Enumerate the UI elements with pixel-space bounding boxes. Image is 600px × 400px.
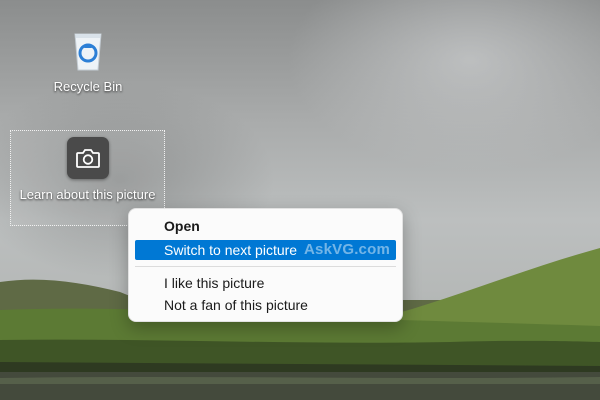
menu-item-i-like-this-picture[interactable]: I like this picture [135, 273, 396, 293]
menu-item-label: Switch to next picture [164, 242, 298, 258]
menu-item-switch-to-next-picture[interactable]: Switch to next picture AskVG.com [135, 240, 396, 260]
menu-separator [135, 266, 396, 267]
lake [0, 372, 600, 400]
learn-about-picture-label: Learn about this picture [19, 187, 156, 202]
recycle-bin-label: Recycle Bin [53, 79, 123, 94]
watermark-text: AskVG.com [304, 241, 390, 258]
camera-icon [66, 137, 109, 179]
lake-reflection [0, 377, 600, 384]
recycle-bin-icon [74, 33, 102, 71]
menu-item-open[interactable]: Open [135, 216, 396, 236]
menu-item-not-a-fan[interactable]: Not a fan of this picture [135, 295, 396, 315]
context-menu: Open Switch to next picture AskVG.com I … [128, 208, 403, 322]
desktop-icon-recycle-bin[interactable]: Recycle Bin [42, 28, 134, 95]
